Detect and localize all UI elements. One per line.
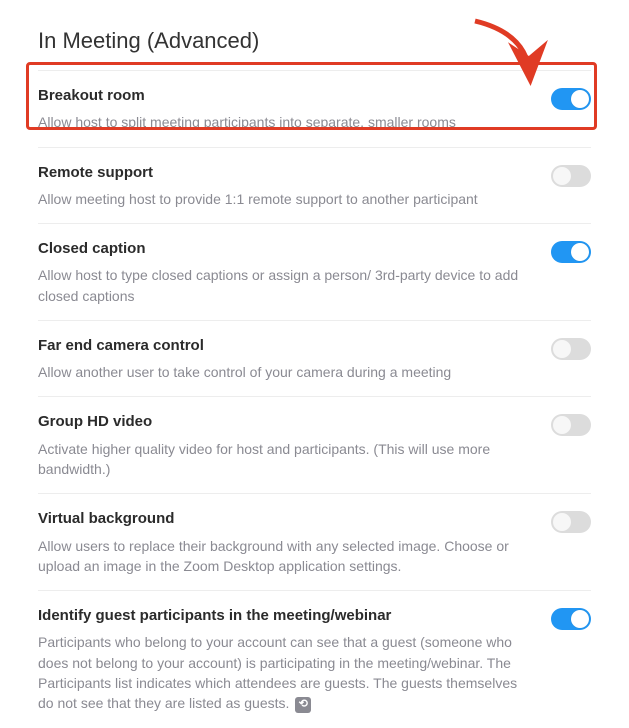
setting-description-text: Allow users to replace their background … xyxy=(38,538,509,574)
setting-text: Group HD video Activate higher quality vi… xyxy=(38,412,551,479)
toggle-far-end-camera-control[interactable] xyxy=(551,338,591,360)
setting-title: Closed caption xyxy=(38,239,531,259)
toggle-knob xyxy=(571,243,589,261)
toggle-knob xyxy=(553,416,571,434)
setting-group-hd-video: Group HD video Activate higher quality vi… xyxy=(38,396,591,493)
toggle-knob xyxy=(553,340,571,358)
setting-description: Allow host to type closed captions or as… xyxy=(38,265,531,306)
toggle-knob xyxy=(553,513,571,531)
settings-list: Breakout room Allow host to split meeting… xyxy=(38,70,591,728)
setting-description-text: Allow host to split meeting participants… xyxy=(38,114,456,130)
toggle-remote-support[interactable] xyxy=(551,165,591,187)
setting-remote-support: Remote support Allow meeting host to prov… xyxy=(38,147,591,224)
section-title: In Meeting (Advanced) xyxy=(38,28,591,54)
toggle-knob xyxy=(571,610,589,628)
setting-description: Allow another user to take control of yo… xyxy=(38,362,531,382)
setting-text: Virtual background Allow users to replace… xyxy=(38,509,551,576)
setting-description-text: Allow host to type closed captions or as… xyxy=(38,267,518,303)
toggle-knob xyxy=(571,90,589,108)
setting-identify-guest-participants: Identify guest participants in the meeti… xyxy=(38,590,591,727)
setting-description: Activate higher quality video for host a… xyxy=(38,439,531,480)
setting-title: Breakout room xyxy=(38,86,531,106)
toggle-knob xyxy=(553,167,571,185)
setting-closed-caption: Closed caption Allow host to type closed … xyxy=(38,223,591,320)
setting-far-end-camera-control: Far end camera control Allow another user… xyxy=(38,320,591,397)
setting-text: Far end camera control Allow another user… xyxy=(38,336,551,383)
setting-description: Participants who belong to your account … xyxy=(38,632,531,713)
setting-title: Far end camera control xyxy=(38,336,531,356)
setting-title: Remote support xyxy=(38,163,531,183)
setting-description: Allow meeting host to provide 1:1 remote… xyxy=(38,189,531,209)
setting-description: Allow host to split meeting participants… xyxy=(38,112,531,132)
setting-breakout-room: Breakout room Allow host to split meeting… xyxy=(38,70,591,147)
toggle-group-hd-video[interactable] xyxy=(551,414,591,436)
toggle-breakout-room[interactable] xyxy=(551,88,591,110)
toggle-closed-caption[interactable] xyxy=(551,241,591,263)
setting-virtual-background: Virtual background Allow users to replace… xyxy=(38,493,591,590)
toggle-identify-guest-participants[interactable] xyxy=(551,608,591,630)
setting-text: Identify guest participants in the meeti… xyxy=(38,606,551,713)
setting-text: Remote support Allow meeting host to prov… xyxy=(38,163,551,210)
reset-icon[interactable]: ⟲ xyxy=(295,697,311,713)
setting-text: Breakout room Allow host to split meeting… xyxy=(38,86,551,133)
setting-description-text: Participants who belong to your account … xyxy=(38,634,517,711)
setting-description-text: Activate higher quality video for host a… xyxy=(38,441,490,477)
setting-title: Virtual background xyxy=(38,509,531,529)
toggle-virtual-background[interactable] xyxy=(551,511,591,533)
setting-title: Identify guest participants in the meeti… xyxy=(38,606,531,626)
setting-description-text: Allow meeting host to provide 1:1 remote… xyxy=(38,191,478,207)
setting-text: Closed caption Allow host to type closed … xyxy=(38,239,551,306)
setting-description-text: Allow another user to take control of yo… xyxy=(38,364,451,380)
setting-title: Group HD video xyxy=(38,412,531,432)
setting-description: Allow users to replace their background … xyxy=(38,536,531,577)
